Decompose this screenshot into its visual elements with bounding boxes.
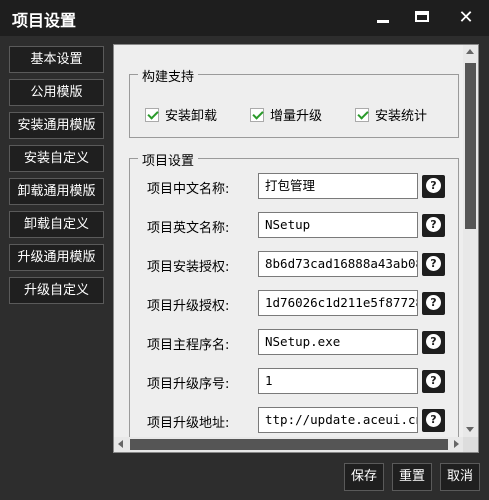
field-label: 项目中文名称: [147, 182, 230, 197]
sidebar-item-basic-settings[interactable]: 基本设置 [9, 46, 104, 73]
save-button[interactable]: 保存 [344, 463, 384, 491]
question-circle-icon: ? [426, 178, 441, 193]
field-row-upgrade-key: 项目升级授权: 1d76026c1d211e5f87728 ? [130, 290, 460, 318]
reset-button[interactable]: 重置 [392, 463, 432, 491]
sidebar-item-upgrade-custom[interactable]: 升级自定义 [9, 277, 104, 304]
install-statistics-checkbox[interactable]: 安装统计 [355, 105, 427, 124]
field-row-main-exe: 项目主程序名: NSetup.exe ? [130, 329, 460, 357]
vertical-scroll-thumb[interactable] [465, 63, 476, 229]
field-label: 项目英文名称: [147, 221, 230, 236]
maximize-icon [415, 11, 429, 22]
minimize-icon [377, 20, 389, 23]
checkmark-icon [250, 108, 264, 122]
upgrade-key-input[interactable]: 1d76026c1d211e5f87728 [258, 290, 418, 316]
field-row-upgrade-seq: 项目升级序号: 1 ? [130, 368, 460, 396]
vertical-scrollbar[interactable] [463, 45, 478, 437]
question-circle-icon: ? [426, 412, 441, 427]
window-title: 项目设置 [12, 11, 77, 30]
close-icon: ✕ [458, 7, 474, 28]
sidebar-item-install-custom[interactable]: 安装自定义 [9, 145, 104, 172]
scroll-content: 构建支持 安装卸载 增量升级 安装统计 项目设置 项目中文名称: 打包管理 ? … [114, 45, 463, 448]
install-uninstall-checkbox[interactable]: 安装卸载 [145, 105, 217, 124]
question-circle-icon: ? [426, 373, 441, 388]
help-button[interactable]: ? [422, 292, 445, 315]
sidebar-item-uninstall-template[interactable]: 卸载通用模版 [9, 178, 104, 205]
build-support-legend: 构建支持 [138, 66, 199, 85]
field-label: 项目主程序名: [147, 338, 230, 353]
sidebar-item-common-template[interactable]: 公用模版 [9, 79, 104, 106]
en-name-input[interactable]: NSetup [258, 212, 418, 238]
field-label: 项目安装授权: [147, 260, 230, 275]
field-row-upgrade-url: 项目升级地址: ttp://update.aceui.cn ? [130, 407, 460, 435]
scroll-up-arrow-icon[interactable] [466, 49, 474, 54]
field-row-en-name: 项目英文名称: NSetup ? [130, 212, 460, 240]
install-key-input[interactable]: 8b6d73cad16888a43ab08 [258, 251, 418, 277]
checkmark-icon [145, 108, 159, 122]
help-button[interactable]: ? [422, 214, 445, 237]
field-label: 项目升级授权: [147, 299, 230, 314]
sidebar-item-install-template[interactable]: 安装通用模版 [9, 112, 104, 139]
build-support-group: 构建支持 安装卸载 增量升级 安装统计 [129, 66, 459, 138]
field-label: 项目升级地址: [147, 416, 230, 431]
scroll-down-arrow-icon[interactable] [466, 427, 474, 432]
question-circle-icon: ? [426, 256, 441, 271]
help-button[interactable]: ? [422, 253, 445, 276]
cancel-button[interactable]: 取消 [440, 463, 480, 491]
field-label: 项目升级序号: [147, 377, 230, 392]
close-button[interactable]: ✕ [455, 8, 477, 28]
help-button[interactable]: ? [422, 331, 445, 354]
checkbox-label: 增量升级 [270, 109, 323, 124]
scroll-right-arrow-icon[interactable] [454, 440, 459, 448]
checkbox-label: 安装卸载 [165, 109, 218, 124]
minimize-button[interactable] [372, 8, 394, 28]
cn-name-input[interactable]: 打包管理 [258, 173, 418, 199]
title-bar[interactable]: 项目设置 ✕ [0, 0, 489, 36]
question-circle-icon: ? [426, 334, 441, 349]
settings-panel: 构建支持 安装卸载 增量升级 安装统计 项目设置 项目中文名称: 打包管理 ? … [113, 44, 479, 453]
scroll-corner [463, 437, 478, 452]
question-circle-icon: ? [426, 295, 441, 310]
sidebar-item-upgrade-template[interactable]: 升级通用模版 [9, 244, 104, 271]
checkbox-label: 安装统计 [375, 109, 428, 124]
scroll-left-arrow-icon[interactable] [118, 440, 123, 448]
horizontal-scroll-thumb[interactable] [130, 439, 448, 450]
upgrade-url-input[interactable]: ttp://update.aceui.cn [258, 407, 418, 433]
sidebar: 基本设置 公用模版 安装通用模版 安装自定义 卸载通用模版 卸载自定义 升级通用… [9, 46, 104, 310]
checkmark-icon [355, 108, 369, 122]
upgrade-seq-input[interactable]: 1 [258, 368, 418, 394]
question-circle-icon: ? [426, 217, 441, 232]
maximize-button[interactable] [412, 8, 434, 28]
project-settings-group: 项目设置 项目中文名称: 打包管理 ? 项目英文名称: NSetup ? 项目安… [129, 150, 460, 448]
field-row-cn-name: 项目中文名称: 打包管理 ? [130, 173, 460, 201]
incremental-upgrade-checkbox[interactable]: 增量升级 [250, 105, 322, 124]
settings-window: 项目设置 ✕ 基本设置 公用模版 安装通用模版 安装自定义 卸载通用模版 卸载自… [0, 0, 489, 500]
sidebar-item-uninstall-custom[interactable]: 卸载自定义 [9, 211, 104, 238]
horizontal-scrollbar[interactable] [114, 437, 463, 452]
main-exe-input[interactable]: NSetup.exe [258, 329, 418, 355]
help-button[interactable]: ? [422, 409, 445, 432]
project-settings-legend: 项目设置 [138, 150, 199, 169]
help-button[interactable]: ? [422, 175, 445, 198]
help-button[interactable]: ? [422, 370, 445, 393]
field-row-install-key: 项目安装授权: 8b6d73cad16888a43ab08 ? [130, 251, 460, 279]
